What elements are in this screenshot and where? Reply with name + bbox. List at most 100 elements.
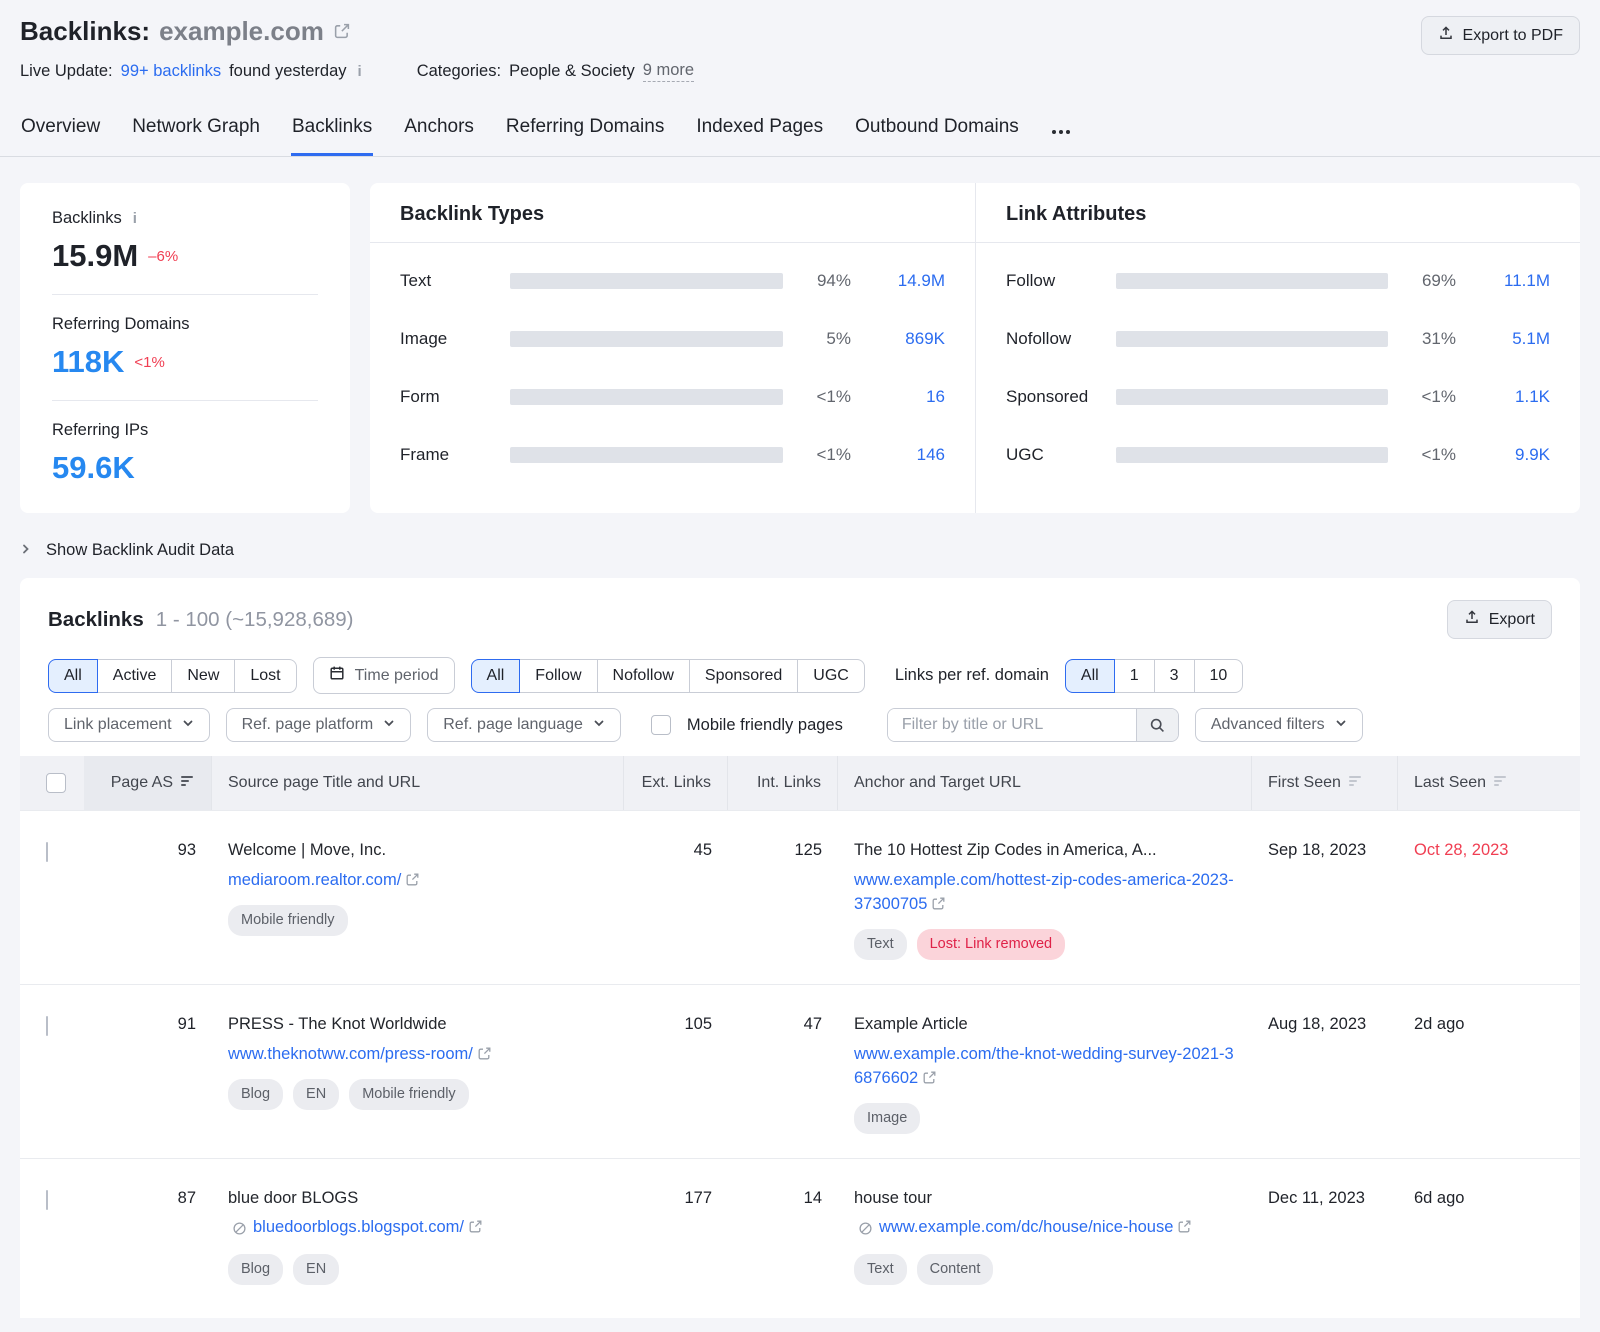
mobile-friendly-tag: Mobile friendly bbox=[228, 905, 348, 936]
search-icon[interactable] bbox=[1136, 709, 1178, 741]
row-checkbox[interactable] bbox=[46, 1190, 48, 1210]
info-icon[interactable]: i bbox=[130, 210, 140, 227]
bar-row-text: Text 94% 14.9M bbox=[400, 271, 945, 291]
target-url-link[interactable]: www.example.com/dc/house/nice-house bbox=[854, 1216, 1236, 1242]
categories-more-link[interactable]: 9 more bbox=[643, 61, 694, 82]
int-links-value: 47 bbox=[728, 985, 838, 1158]
lpd-1[interactable]: 1 bbox=[1114, 659, 1155, 693]
column-header-ext-links[interactable]: Ext. Links bbox=[624, 756, 728, 810]
search-input[interactable] bbox=[888, 709, 1136, 741]
ref-page-language-dropdown[interactable]: Ref. page language bbox=[427, 708, 621, 742]
link-type-tag: Text bbox=[854, 929, 907, 960]
ext-links-value: 105 bbox=[624, 985, 728, 1158]
row-checkbox[interactable] bbox=[46, 842, 48, 862]
ext-links-value: 177 bbox=[624, 1159, 728, 1310]
table-row: 87 blue door BLOGS bluedoorblogs.blogspo… bbox=[20, 1158, 1580, 1310]
tab-backlinks[interactable]: Backlinks bbox=[291, 106, 373, 156]
follow-sponsored[interactable]: Sponsored bbox=[689, 659, 798, 693]
column-header-page-as[interactable]: Page AS bbox=[84, 756, 212, 810]
link-attributes-title: Link Attributes bbox=[976, 183, 1580, 243]
tab-outbound-domains[interactable]: Outbound Domains bbox=[854, 106, 1020, 156]
source-url-link[interactable]: bluedoorblogs.blogspot.com/ bbox=[228, 1216, 608, 1242]
status-filter: All Active New Lost bbox=[48, 659, 297, 693]
live-update-label: Live Update: bbox=[20, 62, 113, 81]
table-title: Backlinks bbox=[48, 608, 144, 632]
advanced-filters-dropdown[interactable]: Advanced filters bbox=[1195, 708, 1363, 742]
column-header-first-seen[interactable]: First Seen bbox=[1252, 756, 1398, 810]
tab-network-graph[interactable]: Network Graph bbox=[131, 106, 261, 156]
export-button[interactable]: Export bbox=[1447, 600, 1552, 639]
lpd-all[interactable]: All bbox=[1065, 659, 1115, 693]
nofollow-bar bbox=[1116, 331, 1388, 347]
platform-tag: Blog bbox=[228, 1079, 283, 1110]
column-header-last-seen[interactable]: Last Seen bbox=[1398, 756, 1580, 810]
tab-indexed-pages[interactable]: Indexed Pages bbox=[695, 106, 824, 156]
target-url-link[interactable]: www.example.com/the-knot-wedding-survey-… bbox=[854, 1043, 1236, 1091]
status-active[interactable]: Active bbox=[97, 659, 173, 693]
tab-overview[interactable]: Overview bbox=[20, 106, 101, 156]
external-link-icon[interactable] bbox=[333, 16, 351, 47]
tab-anchors[interactable]: Anchors bbox=[403, 106, 475, 156]
source-url-link[interactable]: mediaroom.realtor.com/ bbox=[228, 869, 608, 893]
follow-follow[interactable]: Follow bbox=[519, 659, 597, 693]
follow-all[interactable]: All bbox=[471, 659, 521, 693]
chevron-down-icon bbox=[593, 716, 605, 734]
last-seen-value: Oct 28, 2023 bbox=[1414, 841, 1508, 859]
column-header-anchor[interactable]: Anchor and Target URL bbox=[838, 756, 1252, 810]
follow-ugc[interactable]: UGC bbox=[797, 659, 865, 693]
backlinks-table-card: Backlinks 1 - 100 (~15,928,689) Export A… bbox=[20, 578, 1580, 1318]
status-new[interactable]: New bbox=[171, 659, 235, 693]
more-tabs-icon[interactable] bbox=[1050, 120, 1072, 156]
source-url-link[interactable]: www.theknotww.com/press-room/ bbox=[228, 1043, 608, 1067]
referring-domains-stat-delta: <1% bbox=[134, 354, 164, 371]
export-to-pdf-button[interactable]: Export to PDF bbox=[1421, 16, 1580, 55]
referring-ips-stat-value[interactable]: 59.6K bbox=[52, 450, 135, 486]
platform-tag: Blog bbox=[228, 1254, 283, 1285]
chevron-right-icon bbox=[20, 541, 32, 560]
bar-row-follow: Follow 69% 11.1M bbox=[1006, 271, 1550, 291]
follow-filter: All Follow Nofollow Sponsored UGC bbox=[471, 659, 865, 693]
row-checkbox[interactable] bbox=[46, 1016, 48, 1036]
page-title: Backlinks: example.com bbox=[20, 16, 694, 47]
mobile-friendly-tag: Mobile friendly bbox=[349, 1079, 469, 1110]
lost-link-tag: Lost: Link removed bbox=[917, 929, 1066, 960]
last-seen-value: 2d ago bbox=[1414, 1015, 1464, 1033]
anchor-title: house tour bbox=[854, 1187, 1236, 1211]
tab-referring-domains[interactable]: Referring Domains bbox=[505, 106, 665, 156]
calendar-icon bbox=[329, 665, 345, 686]
column-header-int-links[interactable]: Int. Links bbox=[728, 756, 838, 810]
link-type-tag: Text bbox=[854, 1254, 907, 1285]
mobile-friendly-label: Mobile friendly pages bbox=[687, 716, 843, 735]
backlinks-stat-label: Backlinks bbox=[52, 209, 122, 228]
link-attributes-panel: Link Attributes Follow 69% 11.1M Nofollo… bbox=[975, 183, 1580, 513]
follow-nofollow[interactable]: Nofollow bbox=[597, 659, 690, 693]
status-lost[interactable]: Lost bbox=[234, 659, 296, 693]
backlinks-stat-value: 15.9M bbox=[52, 238, 138, 274]
page-as-value: 93 bbox=[84, 811, 212, 984]
int-links-value: 14 bbox=[728, 1159, 838, 1310]
lpd-10[interactable]: 10 bbox=[1194, 659, 1244, 693]
time-period-button[interactable]: Time period bbox=[313, 657, 455, 694]
table-row: 93 Welcome | Move, Inc. mediaroom.realto… bbox=[20, 810, 1580, 984]
source-title: Welcome | Move, Inc. bbox=[228, 839, 608, 863]
info-icon[interactable]: i bbox=[355, 63, 365, 80]
language-tag: EN bbox=[293, 1254, 339, 1285]
bar-row-frame: Frame <1% 146 bbox=[400, 445, 945, 465]
mobile-friendly-checkbox[interactable] bbox=[651, 715, 671, 735]
column-header-source[interactable]: Source page Title and URL bbox=[212, 756, 624, 810]
categories-value: People & Society bbox=[509, 62, 635, 81]
link-placement-dropdown[interactable]: Link placement bbox=[48, 708, 210, 742]
bar-row-form: Form <1% 16 bbox=[400, 387, 945, 407]
live-update-link[interactable]: 99+ backlinks bbox=[121, 62, 221, 81]
ugc-bar bbox=[1116, 447, 1388, 463]
ref-page-platform-dropdown[interactable]: Ref. page platform bbox=[226, 708, 412, 742]
first-seen-value: Sep 18, 2023 bbox=[1268, 841, 1366, 859]
summary-stats-card: Backlinks i 15.9M –6% Referring Domains … bbox=[20, 183, 350, 513]
target-url-link[interactable]: www.example.com/hottest-zip-codes-americ… bbox=[854, 869, 1236, 917]
status-all[interactable]: All bbox=[48, 659, 98, 693]
select-all-checkbox[interactable] bbox=[46, 773, 66, 793]
show-backlink-audit-toggle[interactable]: Show Backlink Audit Data bbox=[20, 541, 1580, 560]
lpd-3[interactable]: 3 bbox=[1154, 659, 1195, 693]
chevron-down-icon bbox=[182, 716, 194, 734]
referring-domains-stat-value[interactable]: 118K bbox=[52, 344, 124, 380]
